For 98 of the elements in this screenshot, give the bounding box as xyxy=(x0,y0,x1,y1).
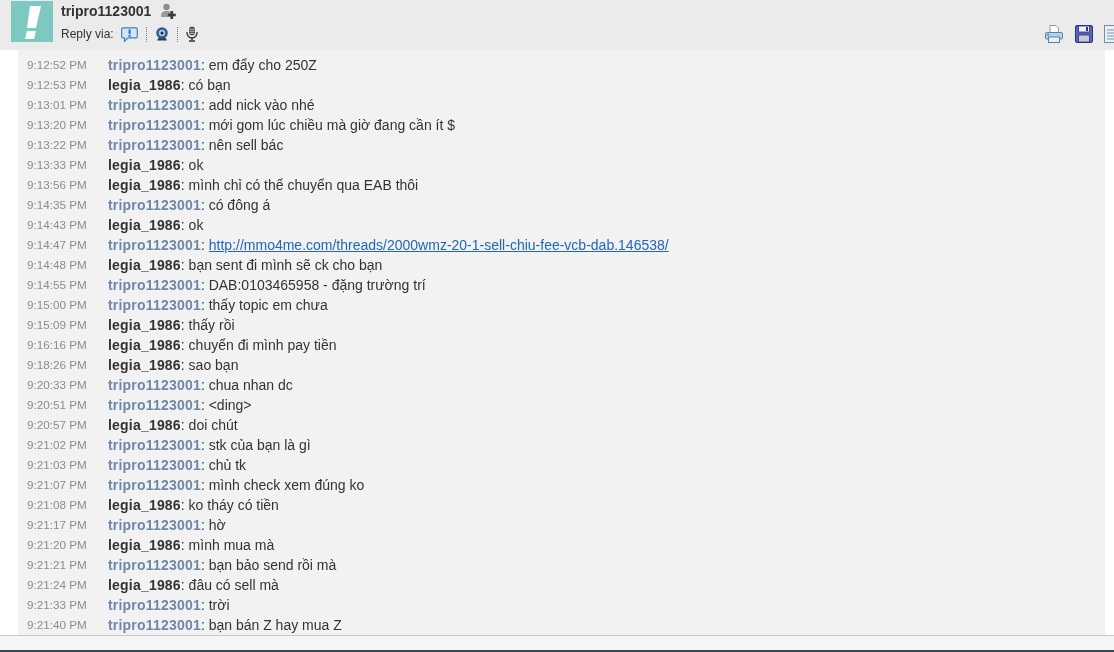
message-time: 9:13:20 PM xyxy=(27,117,88,133)
message-text: : bạn bảo send rồi mà xyxy=(200,556,337,575)
sender-name: tripro1123001 xyxy=(108,136,201,155)
sender-name: tripro1123001 xyxy=(108,456,201,475)
sender-name: tripro1123001 xyxy=(108,56,201,75)
message-text: : ok xyxy=(180,216,204,235)
message-time: 9:18:26 PM xyxy=(27,357,88,373)
message-link[interactable]: http://mmo4me.com/threads/2000wmz-20-1-sell-chiu-fee-vcb-dab.146538/ xyxy=(208,235,669,255)
message-text: : mình check xem đúng ko xyxy=(200,476,365,495)
message-text: : hờ xyxy=(200,516,226,535)
add-contact-icon[interactable] xyxy=(160,3,177,19)
message-time: 9:21:21 PM xyxy=(27,557,88,573)
message-text: : có bạn xyxy=(180,76,231,95)
message-text: : mình mua mà xyxy=(180,536,275,555)
sender-name: legia_1986 xyxy=(108,336,181,355)
sender-name: tripro1123001 xyxy=(108,436,201,455)
sender-name: legia_1986 xyxy=(108,356,181,375)
message-time: 9:14:55 PM xyxy=(27,277,88,293)
message-time: 9:21:20 PM xyxy=(27,537,88,553)
message-time: 9:21:40 PM xyxy=(27,617,88,633)
message-time: 9:21:33 PM xyxy=(27,597,88,613)
sender-name: legia_1986 xyxy=(108,176,181,195)
webcam-icon[interactable] xyxy=(154,27,169,41)
sender-name: tripro1123001 xyxy=(108,276,201,295)
message-time: 9:21:08 PM xyxy=(27,497,88,513)
sender-name: legia_1986 xyxy=(108,496,181,515)
message-text: : DAB:0103465958 - đặng trường trí xyxy=(200,276,426,295)
message-text: : add nick vào nhé xyxy=(200,96,315,115)
message-time: 9:21:02 PM xyxy=(27,437,88,453)
message-time: 9:13:01 PM xyxy=(27,97,88,113)
reply-via-label: Reply via: xyxy=(61,27,114,41)
message-time: 9:13:56 PM xyxy=(27,177,88,193)
contact-name: tripro1123001 xyxy=(61,3,152,19)
message-text: : có đông á xyxy=(200,196,271,215)
sender-name: legia_1986 xyxy=(108,76,181,95)
chat-bubble-icon[interactable] xyxy=(120,26,138,42)
message-time: 9:16:16 PM xyxy=(27,337,88,353)
printer-icon[interactable] xyxy=(1045,25,1063,43)
message-time: 9:14:35 PM xyxy=(27,197,88,213)
message-time: 9:13:22 PM xyxy=(27,137,88,153)
message-time: 9:20:51 PM xyxy=(27,397,88,413)
message-time: 9:12:52 PM xyxy=(27,57,88,73)
save-icon[interactable] xyxy=(1075,25,1093,43)
message-text: : chủ tk xyxy=(200,456,247,475)
sender-name: legia_1986 xyxy=(108,216,181,235)
message-text: : sao bạn xyxy=(180,356,239,375)
sender-name: tripro1123001 xyxy=(108,596,201,615)
message-text: : chua nhan dc xyxy=(200,376,293,395)
message-time: 9:15:00 PM xyxy=(27,297,88,313)
sender-name: tripro1123001 xyxy=(108,396,201,415)
message-text: : nên sell bác xyxy=(200,136,284,155)
sender-name: tripro1123001 xyxy=(108,516,201,535)
message-text: : stk của bạn là gì xyxy=(200,436,311,455)
message-text: : <ding> xyxy=(200,396,252,415)
message-time: 9:14:48 PM xyxy=(27,257,88,273)
message-text: : ko tháy có tiền xyxy=(180,496,279,515)
sender-name: tripro1123001 xyxy=(108,236,201,255)
sender-name: legia_1986 xyxy=(108,576,181,595)
message-time: 9:13:33 PM xyxy=(27,157,88,173)
sender-name: tripro1123001 xyxy=(108,296,201,315)
message-text: : thấy rồi xyxy=(180,316,235,335)
microphone-icon[interactable] xyxy=(185,26,198,42)
message-text: : em đẩy cho 250Z xyxy=(200,56,317,75)
message-time: 9:20:33 PM xyxy=(27,377,88,393)
sender-name: legia_1986 xyxy=(108,536,181,555)
sender-name: legia_1986 xyxy=(108,416,181,435)
document-icon[interactable] xyxy=(1104,25,1114,43)
message-time: 9:14:43 PM xyxy=(27,217,88,233)
sender-name: tripro1123001 xyxy=(108,376,201,395)
message-time: 9:21:07 PM xyxy=(27,477,88,493)
message-time: 9:21:03 PM xyxy=(27,457,88,473)
sender-name: tripro1123001 xyxy=(108,96,201,115)
sender-name: tripro1123001 xyxy=(108,556,201,575)
sender-name: tripro1123001 xyxy=(108,616,201,635)
message-text: : xyxy=(200,236,205,255)
sender-name: tripro1123001 xyxy=(108,196,201,215)
message-text: : mới gom lúc chiều mà giờ đang cần ít $ xyxy=(200,116,456,135)
message-time: 9:21:17 PM xyxy=(27,517,88,533)
sender-name: legia_1986 xyxy=(108,316,181,335)
sender-name: tripro1123001 xyxy=(108,116,201,135)
message-time: 9:21:24 PM xyxy=(27,577,88,593)
message-time: 9:20:57 PM xyxy=(27,417,88,433)
avatar-icon xyxy=(11,1,53,42)
message-time: 9:14:47 PM xyxy=(27,237,88,253)
message-text: : mình chỉ có thể chuyển qua EAB thôi xyxy=(180,176,419,195)
message-text: : doi chút xyxy=(180,416,238,435)
message-text: : thấy topic em chưa xyxy=(200,296,328,315)
message-time: 9:12:53 PM xyxy=(27,77,88,93)
message-text: : đâu có sell mà xyxy=(180,576,279,595)
message-text: : bạn bán Z hay mua Z xyxy=(200,616,342,635)
message-text: : ok xyxy=(180,156,204,175)
sender-name: legia_1986 xyxy=(108,156,181,175)
message-text: : bạn sent đi mình sẽ ck cho bạn xyxy=(180,256,383,275)
message-text: : trời xyxy=(200,596,230,615)
message-text: : chuyển đi mình pay tiền xyxy=(180,336,337,355)
sender-name: legia_1986 xyxy=(108,256,181,275)
message-time: 9:15:09 PM xyxy=(27,317,88,333)
sender-name: tripro1123001 xyxy=(108,476,201,495)
